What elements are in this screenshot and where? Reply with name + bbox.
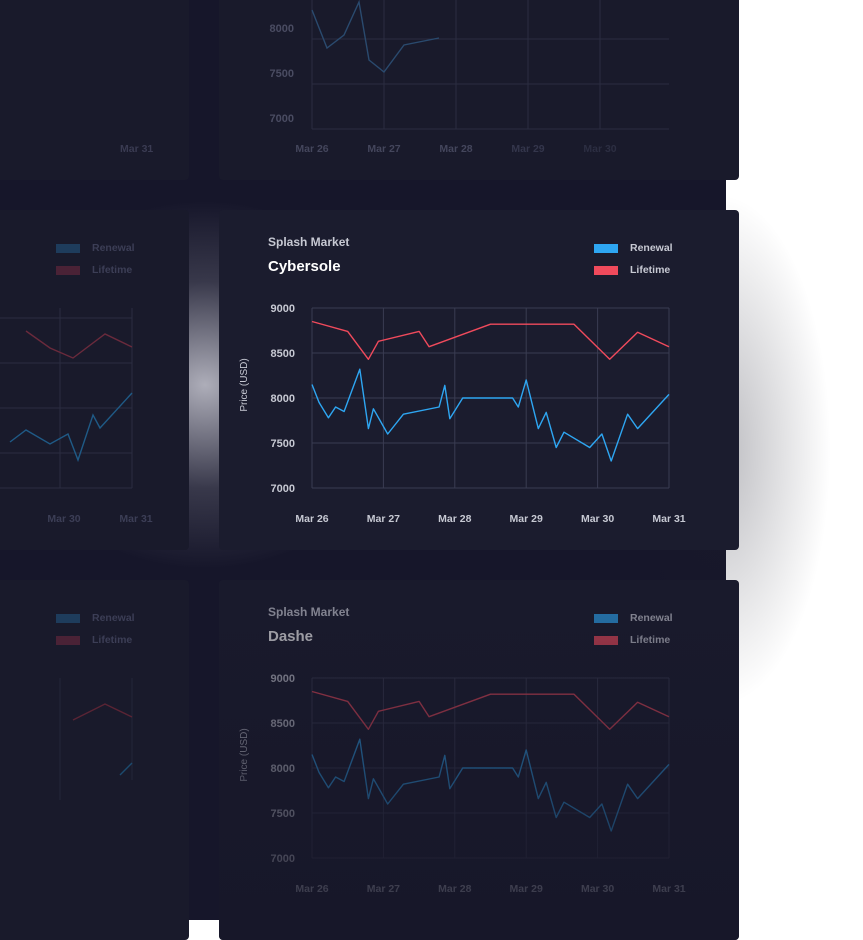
y-tick-label: 7500 [271, 808, 295, 820]
y-tick-label: 7500 [271, 438, 295, 450]
card-mid-left: Renewal Lifetime Mar 30 Mar 31 [0, 210, 189, 550]
x-tick: Mar 27 [367, 143, 400, 155]
series-line-renewal [311, 368, 670, 462]
y-axis-label: Price (USD) [239, 728, 250, 781]
y-tick-label: 8000 [271, 763, 295, 775]
card-bottom-left: Renewal Lifetime [0, 580, 189, 940]
x-axis-ticks: Mar 26 Mar 27 Mar 28 Mar 29 Mar 30 Mar 31 [295, 883, 685, 895]
line-chart: 70007500800085009000 Mar 26 Mar 27 Mar 28 M… [239, 303, 686, 525]
x-tick: Mar 26 [295, 143, 328, 155]
x-axis-ticks: Mar 26 Mar 27 Mar 28 Mar 29 Mar 30 Mar 31 [295, 513, 685, 525]
series-line-lifetime [311, 320, 670, 361]
x-tick-label: Mar 28 [438, 883, 471, 895]
y-axis-label: Price (USD) [239, 358, 250, 411]
x-tick-label: Mar 27 [367, 883, 400, 895]
x-tick: Mar 29 [511, 143, 544, 155]
x-tick-label: Mar 26 [295, 513, 328, 525]
y-tick-label: 9000 [271, 303, 295, 315]
y-tick: 8000 [270, 23, 294, 35]
x-tick-label: Mar 30 [581, 513, 614, 525]
x-tick-label: Mar 30 [581, 883, 614, 895]
x-tick-label: Mar 31 [652, 883, 685, 895]
y-tick-label: 7000 [271, 853, 295, 865]
x-tick-label: Mar 29 [510, 513, 543, 525]
y-tick-label: 8500 [271, 348, 295, 360]
side-chart: Mar 30 Mar 31 [0, 308, 153, 525]
x-tick-label: Mar 27 [367, 513, 400, 525]
y-tick-label: 8500 [271, 718, 295, 730]
series-lines [311, 690, 670, 832]
y-tick-label: 9000 [271, 673, 295, 685]
series-line-renewal [311, 738, 670, 832]
y-tick: 7500 [270, 68, 294, 80]
top-grid [311, 0, 669, 130]
x-tick: Mar 31 [120, 143, 154, 155]
x-tick-label: Mar 29 [510, 883, 543, 895]
line-chart-faded: 70007500800085009000 Mar 26 Mar 27 Mar 28 M… [239, 673, 686, 895]
y-tick-label: 7000 [271, 483, 295, 495]
x-tick-label: Mar 26 [295, 883, 328, 895]
x-tick-label: Mar 31 [652, 513, 685, 525]
main-chart-card: Splash Market Cybersole Renewal Lifetime… [219, 210, 739, 550]
card-top-left: Mar 31 [0, 0, 189, 180]
top-chart: 8000 7500 7000 Mar 26 Mar 27 Mar 28 Mar … [270, 0, 669, 155]
y-tick: 7000 [270, 113, 294, 125]
y-tick-label: 8000 [271, 393, 295, 405]
bottom-chart-card: Splash Market Dashe Renewal Lifetime 700… [219, 580, 739, 940]
top-renewal-series [311, 0, 440, 74]
x-tick: Mar 28 [439, 143, 472, 155]
x-tick: Mar 30 [583, 143, 616, 155]
x-tick: Mar 30 [47, 513, 80, 525]
series-lines [311, 320, 670, 462]
x-tick: Mar 31 [119, 513, 152, 525]
x-tick-label: Mar 28 [438, 513, 471, 525]
series-line-lifetime [311, 690, 670, 731]
card-top: 8000 7500 7000 Mar 26 Mar 27 Mar 28 Mar … [219, 0, 739, 180]
y-axis-ticks: 7000 7500 8000 8500 9000 [271, 673, 295, 865]
side-chart-bottom [59, 678, 133, 800]
y-axis-ticks: 7000 7500 8000 8500 9000 [271, 303, 295, 495]
